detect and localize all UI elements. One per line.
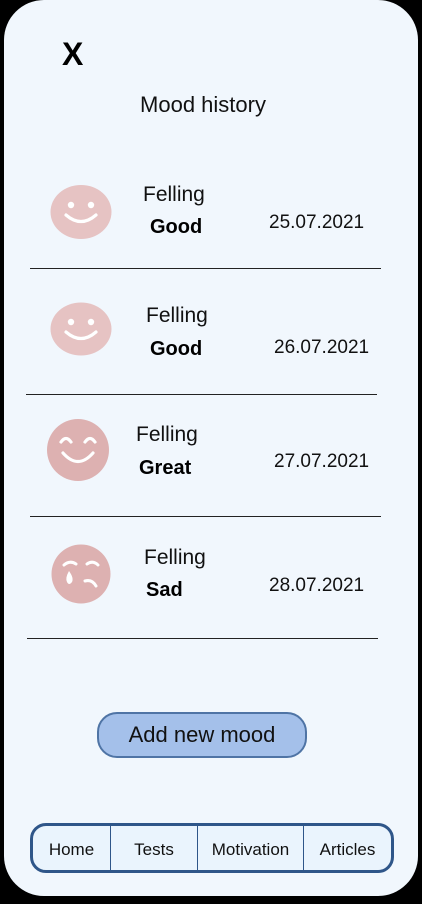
crying-face-icon — [51, 544, 111, 604]
mood-label: Sad — [146, 579, 183, 601]
add-new-mood-button[interactable]: Add new mood — [97, 712, 307, 758]
nav-item-motivation[interactable]: Motivation — [198, 826, 304, 870]
entry-date: 26.07.2021 — [274, 337, 370, 358]
mood-history-screen: X Mood history Felling Good 25.07.2021 F… — [4, 0, 418, 896]
entry-date: 27.07.2021 — [274, 451, 370, 472]
mood-label: Good — [150, 216, 203, 238]
bottom-nav: Home Tests Motivation Articles — [30, 823, 394, 873]
nav-item-home[interactable]: Home — [33, 826, 111, 870]
nav-item-tests[interactable]: Tests — [111, 826, 198, 870]
divider — [26, 394, 377, 395]
close-button[interactable]: X — [62, 36, 92, 72]
felling-label: Felling — [146, 304, 208, 327]
divider — [30, 268, 381, 269]
felling-label: Felling — [144, 546, 206, 569]
entry-date: 28.07.2021 — [269, 575, 365, 596]
mood-label: Great — [139, 457, 192, 479]
entry-date: 25.07.2021 — [269, 212, 365, 233]
laughing-face-icon — [47, 419, 109, 481]
mood-label: Good — [150, 338, 203, 360]
nav-item-articles[interactable]: Articles — [304, 826, 391, 870]
smile-face-icon — [50, 302, 112, 356]
smile-face-icon — [50, 185, 112, 239]
felling-label: Felling — [143, 183, 205, 206]
divider — [30, 516, 381, 517]
divider — [27, 638, 378, 639]
felling-label: Felling — [136, 423, 198, 446]
page-title: Mood history — [140, 92, 266, 117]
